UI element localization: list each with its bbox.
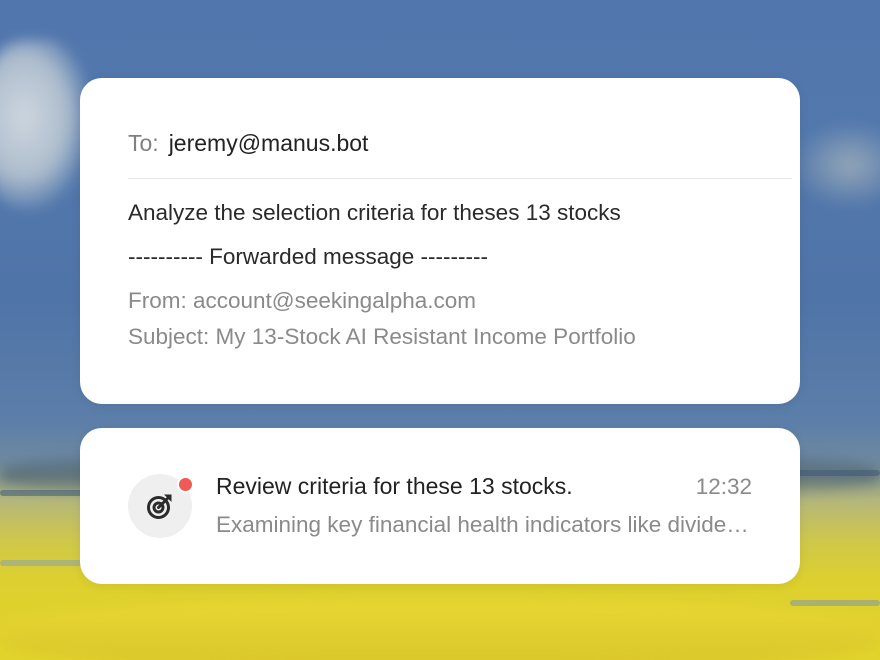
task-timestamp: 12:32 [695, 474, 752, 499]
task-preview: Examining key financial health indicator… [216, 512, 752, 537]
email-compose-card: To: jeremy@manus.bot Analyze the selecti… [80, 78, 800, 404]
unread-indicator [177, 476, 194, 493]
background-cloud [0, 40, 90, 210]
background-cloud [790, 120, 880, 210]
forwarded-subject-line: Subject: My 13-Stock AI Resistant Income… [128, 324, 636, 349]
target-arrow-icon [147, 494, 172, 519]
background-field [0, 600, 880, 660]
recipient-row[interactable]: To: jeremy@manus.bot [128, 130, 368, 157]
task-notification-card[interactable]: Review criteria for these 13 stocks. 12:… [80, 428, 800, 584]
task-title: Review criteria for these 13 stocks. [216, 473, 573, 499]
forwarded-from-line: From: account@seekingalpha.com [128, 288, 477, 313]
background-brushstroke [790, 600, 880, 606]
forwarded-message-header: ---------- Forwarded message --------- [128, 244, 488, 269]
divider [128, 178, 792, 179]
recipient-address: jeremy@manus.bot [168, 130, 369, 156]
to-label: To: [128, 130, 159, 156]
message-body-line: Analyze the selection criteria for these… [128, 200, 621, 225]
background-brushstroke [0, 560, 90, 566]
